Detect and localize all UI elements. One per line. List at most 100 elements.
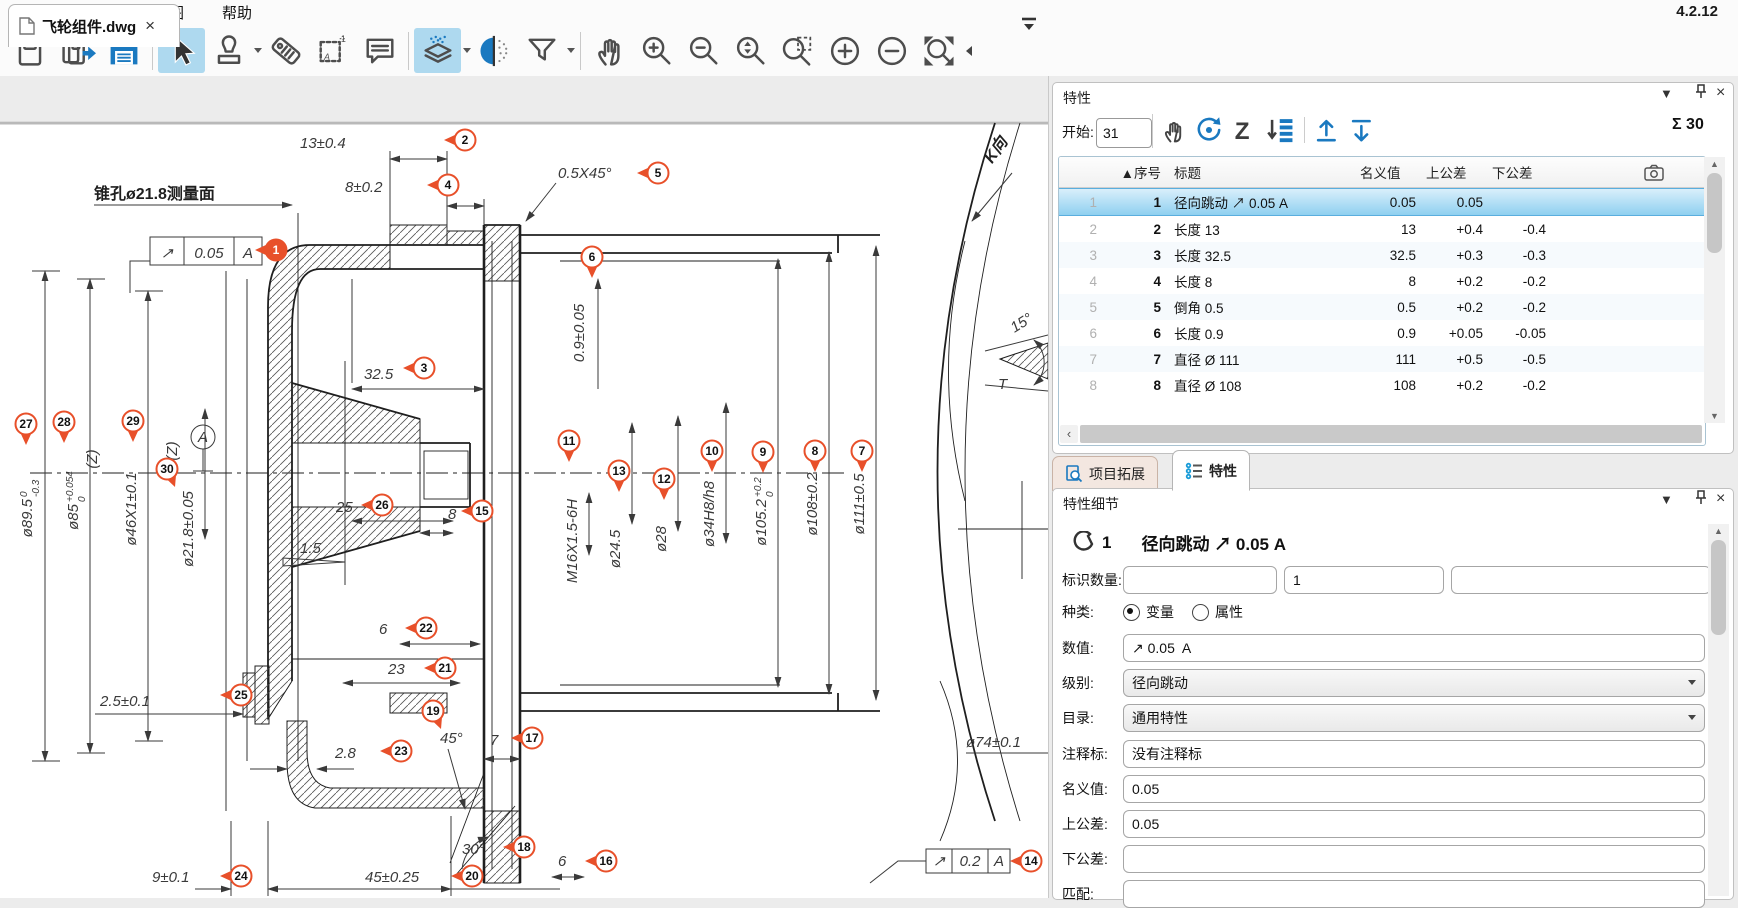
balloon-markers[interactable]: 1 2 3 4 5 6 7 8 9 10 11 12 13 14 15 16 1…: [16, 130, 1042, 887]
note-input[interactable]: [1123, 740, 1705, 768]
balloon-13: 13: [609, 461, 630, 493]
details-vscroll-thumb[interactable]: [1711, 540, 1726, 635]
details-menu-chevron-icon[interactable]: ▼: [1660, 492, 1673, 507]
svg-text:A: A: [323, 51, 330, 61]
compare-view-button[interactable]: [471, 28, 518, 73]
fcf-runout-2: ↗ 0.2 A: [870, 849, 1010, 883]
col-nominal: 名义值: [1350, 162, 1416, 182]
pick-hand-icon[interactable]: [1160, 116, 1186, 144]
table-row[interactable]: 88直径 Ø 108108+0.2-0.2: [1059, 372, 1705, 398]
capture-region-button[interactable]: A1: [309, 28, 356, 73]
table-row[interactable]: 33长度 32.532.5+0.3-0.3: [1059, 242, 1705, 268]
stamp-tool-button[interactable]: [205, 28, 252, 73]
svg-text:K向: K向: [981, 132, 1013, 167]
zoom-out-button[interactable]: [680, 28, 727, 73]
comment-button[interactable]: [356, 28, 403, 73]
document-tab[interactable]: 飞轮组件.dwg ×: [8, 4, 180, 47]
table-row[interactable]: 11径向跳动 ↗ 0.05 A0.050.05: [1059, 188, 1705, 216]
radio-variable[interactable]: [1123, 604, 1140, 621]
balloon-2: 2: [444, 130, 476, 151]
panel-menu-chevron-icon[interactable]: ▼: [1660, 86, 1673, 101]
document-icon: [19, 17, 35, 35]
zoom-window-button[interactable]: [774, 28, 821, 73]
snapshot-icon[interactable]: [1644, 164, 1664, 181]
table-vscrollbar[interactable]: ▲ ▼: [1704, 157, 1725, 423]
scroll-up-icon[interactable]: ▲: [1704, 157, 1725, 171]
svg-text:14: 14: [1024, 854, 1038, 868]
scroll-left-button[interactable]: ‹: [1060, 425, 1078, 443]
tab-list-icon[interactable]: [1018, 14, 1040, 34]
tab-close-icon[interactable]: ×: [145, 16, 155, 36]
note-label: 注释标:: [1062, 744, 1123, 764]
radio-attribute[interactable]: [1192, 604, 1209, 621]
increase-button[interactable]: [821, 28, 868, 73]
move-bottom-icon[interactable]: [1349, 116, 1375, 144]
id-qty-input-2[interactable]: [1284, 566, 1444, 594]
radio-variable-label[interactable]: 变量: [1146, 602, 1174, 622]
layers-button[interactable]: [414, 28, 461, 73]
technical-drawing: 锥孔ø21.8测量面 ↗ 0.05 A 13±0.4 8±0.2 0.5X4: [0, 121, 1048, 898]
filter-button[interactable]: [518, 28, 565, 73]
properties-toolbar: Z: [1160, 116, 1375, 144]
table-hscrollbar[interactable]: [1080, 425, 1702, 443]
table-header[interactable]: ▲序号 标题 名义值 上公差 下公差: [1059, 157, 1705, 188]
id-qty-input-3[interactable]: [1451, 566, 1711, 594]
scroll-down-icon[interactable]: ▼: [1704, 409, 1725, 423]
balloon-15: 15: [461, 501, 493, 522]
svg-text:45°: 45°: [440, 730, 463, 747]
chevron-down-icon: [1688, 715, 1696, 720]
value-input[interactable]: [1123, 634, 1705, 662]
drawing-canvas[interactable]: 锥孔ø21.8测量面 ↗ 0.05 A 13±0.4 8±0.2 0.5X4: [0, 121, 1048, 898]
zoom-vertical-button[interactable]: [727, 28, 774, 73]
match-input[interactable]: [1123, 880, 1705, 908]
menu-help[interactable]: 帮助: [222, 2, 252, 23]
total-count: Σ 30: [1672, 116, 1704, 134]
stamp-dropdown-arrow[interactable]: [254, 48, 262, 53]
table-row[interactable]: 55倒角 0.50.5+0.2-0.2: [1059, 294, 1705, 320]
vscroll-thumb[interactable]: [1707, 173, 1722, 253]
id-qty-input-1[interactable]: [1123, 566, 1277, 594]
svg-text:19: 19: [426, 704, 440, 718]
zoom-extents-button[interactable]: [915, 28, 962, 73]
rotate-icon[interactable]: [1195, 116, 1223, 144]
layers-dropdown-arrow[interactable]: [463, 48, 471, 53]
dimensions: 锥孔ø21.8测量面 ↗ 0.05 A 13±0.4 8±0.2 0.5X4: [19, 132, 1048, 896]
level-select[interactable]: 径向跳动: [1123, 669, 1705, 697]
tab-characteristics[interactable]: 特性: [1172, 450, 1250, 491]
tag-tool-button[interactable]: [262, 28, 309, 73]
start-input[interactable]: [1096, 118, 1152, 148]
decrease-button[interactable]: [868, 28, 915, 73]
zoom-extents-icon: [928, 40, 949, 61]
move-top-icon[interactable]: [1314, 116, 1340, 144]
svg-text:29: 29: [126, 414, 140, 428]
pan-hand-button[interactable]: [586, 28, 633, 73]
col-title: 标题: [1161, 162, 1350, 182]
details-pin-icon[interactable]: [1694, 490, 1708, 509]
document-tab-label: 飞轮组件.dwg: [42, 16, 136, 37]
panel-pin-icon[interactable]: [1694, 84, 1708, 103]
panel-close-icon[interactable]: ×: [1716, 84, 1725, 102]
table-row[interactable]: 44长度 88+0.2-0.2: [1059, 268, 1705, 294]
nominal-input[interactable]: [1123, 775, 1705, 803]
tab-project-expand[interactable]: 项目拓展: [1052, 456, 1158, 491]
z-order-icon[interactable]: Z: [1232, 116, 1258, 144]
zoom-in-button[interactable]: [633, 28, 680, 73]
app-version: 4.2.12: [1676, 3, 1718, 20]
lower-tolerance-input[interactable]: [1123, 845, 1705, 873]
radio-attribute-label[interactable]: 属性: [1215, 602, 1243, 622]
toolbar-collapse-arrow[interactable]: [966, 46, 972, 56]
table-row[interactable]: 22长度 1313+0.4-0.4: [1059, 216, 1705, 242]
details-vscrollbar[interactable]: ▲: [1708, 524, 1729, 896]
filter-dropdown-arrow[interactable]: [567, 48, 575, 53]
upper-tolerance-label: 上公差:: [1062, 814, 1123, 834]
svg-text:5: 5: [655, 166, 662, 180]
svg-text:M16X1.5-6H: M16X1.5-6H: [564, 499, 581, 583]
sort-list-icon[interactable]: [1267, 116, 1295, 144]
catalog-select[interactable]: 通用特性: [1123, 704, 1705, 732]
table-row[interactable]: 77直径 Ø 111111+0.5-0.5: [1059, 346, 1705, 372]
details-close-icon[interactable]: ×: [1716, 490, 1725, 508]
upper-tolerance-input[interactable]: [1123, 810, 1705, 838]
scroll-up-icon[interactable]: ▲: [1708, 524, 1729, 538]
table-row[interactable]: 66长度 0.90.9+0.05-0.05: [1059, 320, 1705, 346]
svg-text:A: A: [993, 853, 1004, 870]
